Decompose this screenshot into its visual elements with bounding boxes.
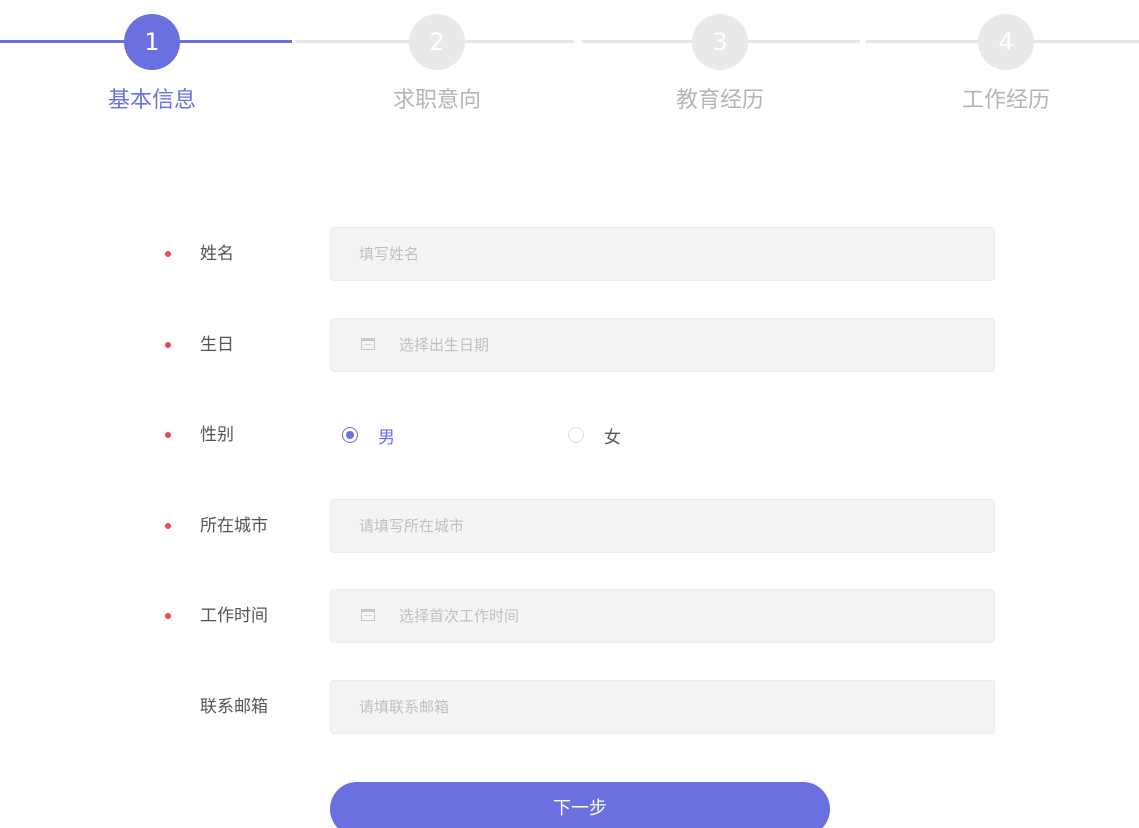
city-row: 所在城市 [0, 499, 1139, 553]
calendar-icon [361, 609, 375, 621]
step-3-circle[interactable]: 3 [692, 14, 748, 70]
resume-form-page: 1 2 3 4 基本信息 求职意向 教育经历 工作经历 姓名 生日 性别 男 女 [0, 0, 1139, 828]
birthday-date-picker[interactable] [330, 318, 995, 372]
name-input[interactable] [330, 227, 995, 281]
radio-checked-icon[interactable] [342, 427, 358, 443]
name-row: 姓名 [0, 227, 1139, 281]
step-2-label: 求职意向 [392, 88, 481, 113]
calendar-icon [361, 338, 375, 350]
email-label: 联系邮箱 [200, 697, 268, 717]
birthday-row: 生日 [0, 318, 1139, 372]
gender-option-male[interactable]: 男 [342, 408, 395, 462]
gender-option-female[interactable]: 女 [568, 408, 621, 462]
step-2-circle[interactable]: 2 [409, 14, 465, 70]
gender-label: 性别 [200, 425, 234, 445]
next-step-button[interactable]: 下一步 [330, 782, 830, 828]
required-indicator [165, 342, 171, 348]
step-4-label: 工作经历 [961, 88, 1050, 113]
gender-female-label: 女 [604, 427, 621, 448]
work-time-date-picker[interactable] [330, 589, 995, 643]
gender-row: 性别 男 女 [0, 408, 1139, 462]
city-label: 所在城市 [200, 516, 268, 536]
gender-male-label: 男 [378, 427, 395, 448]
step-1-label: 基本信息 [107, 88, 196, 113]
work-time-row: 工作时间 [0, 589, 1139, 643]
radio-unchecked-icon[interactable] [568, 427, 584, 443]
step-4-circle[interactable]: 4 [978, 14, 1034, 70]
birthday-label: 生日 [200, 335, 234, 355]
required-indicator [165, 523, 171, 529]
city-input[interactable] [330, 499, 995, 553]
progress-stepper: 1 2 3 4 基本信息 求职意向 教育经历 工作经历 [0, 0, 1139, 130]
email-input[interactable] [330, 680, 995, 734]
email-row: 联系邮箱 [0, 680, 1139, 734]
required-indicator [165, 613, 171, 619]
step-3-label: 教育经历 [675, 88, 764, 113]
work-time-label: 工作时间 [200, 606, 268, 626]
required-indicator [165, 432, 171, 438]
required-indicator [165, 251, 171, 257]
name-label: 姓名 [200, 244, 234, 264]
step-1-circle[interactable]: 1 [124, 14, 180, 70]
